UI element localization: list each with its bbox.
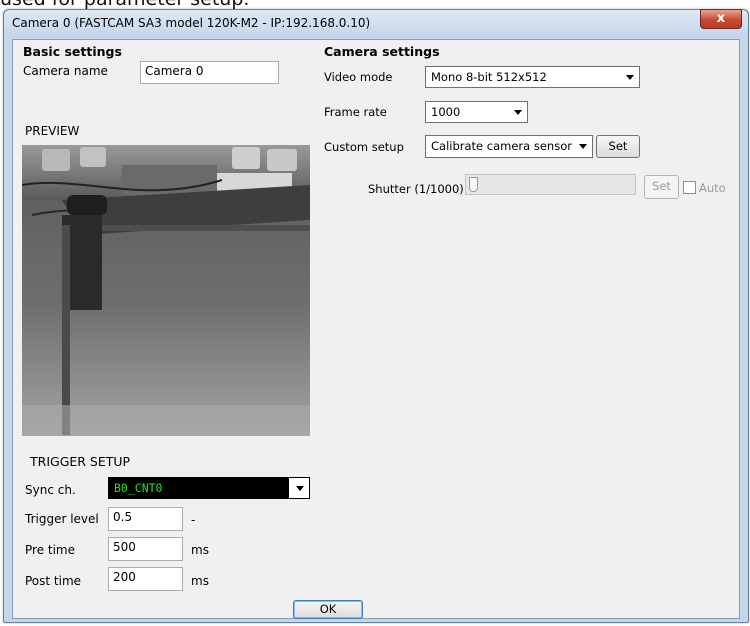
dialog-client-area: Basic settings Camera name Camera 0 PREV… [12,39,740,619]
video-mode-value: Mono 8-bit 512x512 [431,70,547,84]
sync-channel-select[interactable]: B0_CNT0 [108,477,310,499]
camera-name-input[interactable]: Camera 0 [140,61,279,84]
chevron-down-icon [579,144,587,149]
pre-time-label: Pre time [25,543,76,557]
shutter-set-button[interactable]: Set [644,175,679,199]
video-mode-label: Video mode [324,70,393,84]
camera-settings-heading: Camera settings [324,44,440,59]
pre-time-unit: ms [191,543,209,557]
custom-setup-label: Custom setup [324,140,404,154]
video-mode-select[interactable]: Mono 8-bit 512x512 [425,66,640,88]
shutter-slider[interactable] [465,174,636,195]
post-time-input[interactable]: 200 [108,567,183,591]
auto-checkbox[interactable] [683,181,696,194]
preview-label: PREVIEW [25,124,80,138]
chevron-down-icon [626,75,634,80]
trigger-level-input[interactable]: 0.5 [108,507,183,531]
shutter-slider-thumb[interactable] [469,177,478,192]
frame-rate-value: 1000 [431,105,461,119]
close-button[interactable]: x [700,9,742,29]
camera-name-label: Camera name [23,64,108,78]
shutter-label: Shutter (1/1000) [368,182,464,196]
sync-channel-label: Sync ch. [25,483,76,497]
window-title: Camera 0 (FASTCAM SA3 model 120K-M2 - IP… [12,16,371,30]
custom-setup-set-button[interactable]: Set [596,135,640,158]
trigger-level-label: Trigger level [25,512,99,526]
ok-button[interactable]: OK [293,600,363,619]
pre-time-input[interactable]: 500 [108,537,183,561]
camera-preview-image [22,145,310,436]
sync-channel-value: B0_CNT0 [114,481,163,495]
trigger-level-unit: - [191,513,196,527]
post-time-label: Post time [25,574,82,588]
title-bar[interactable]: Camera 0 (FASTCAM SA3 model 120K-M2 - IP… [4,9,748,38]
chevron-down-icon [296,486,304,491]
camera-dialog-window: Camera 0 (FASTCAM SA3 model 120K-M2 - IP… [3,9,749,623]
post-time-unit: ms [191,574,209,588]
custom-setup-value: Calibrate camera sensor [431,139,572,153]
basic-settings-heading: Basic settings [23,44,122,59]
frame-rate-label: Frame rate [324,105,387,119]
trigger-setup-heading: TRIGGER SETUP [30,454,131,469]
custom-setup-select[interactable]: Calibrate camera sensor [425,135,593,158]
frame-rate-select[interactable]: 1000 [425,101,528,123]
chevron-down-icon [514,110,522,115]
preview-scene-graphic [22,145,310,436]
auto-checkbox-label: Auto [699,181,726,195]
close-icon: x [716,11,726,26]
